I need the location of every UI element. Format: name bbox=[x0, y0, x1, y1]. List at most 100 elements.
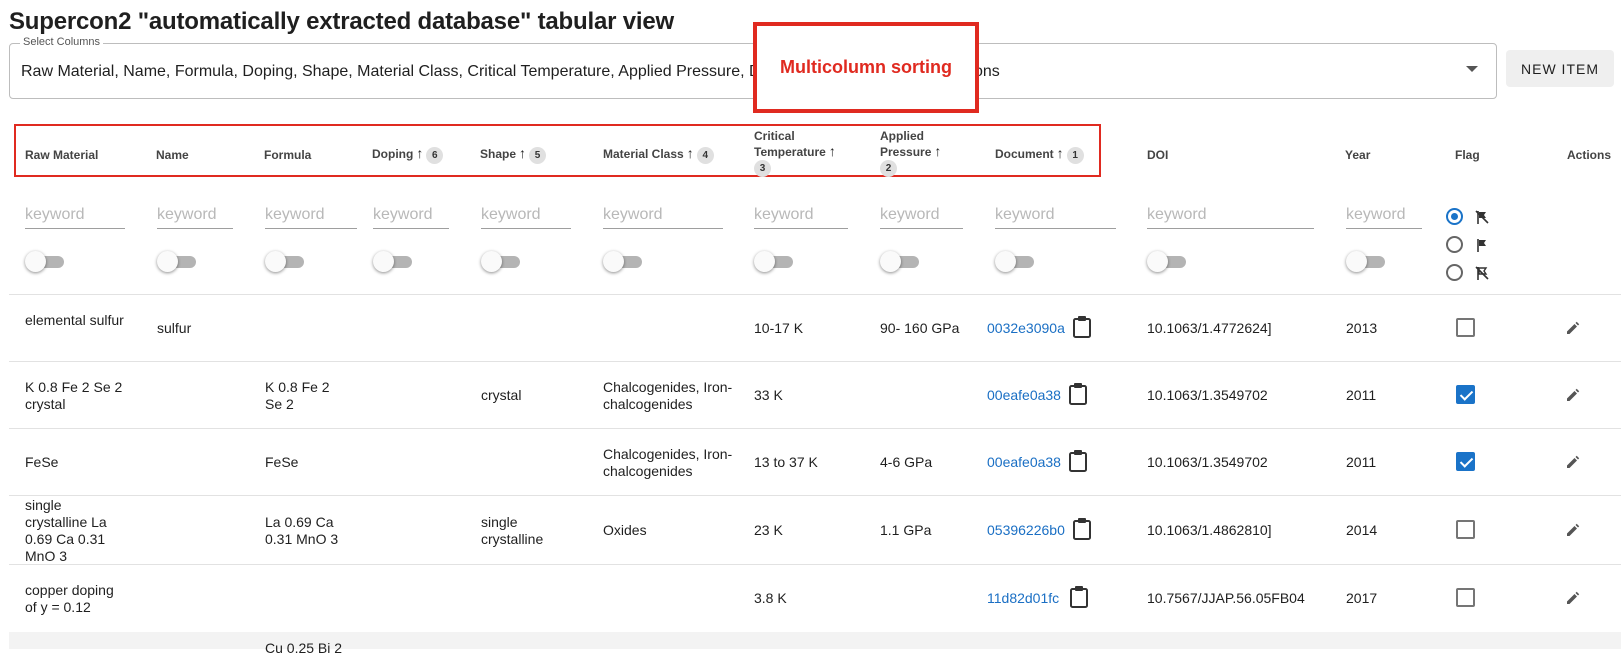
flag-filter-unflagged-radio[interactable] bbox=[1446, 264, 1463, 281]
clipboard-icon[interactable] bbox=[1071, 517, 1093, 541]
flag-checkbox[interactable] bbox=[1456, 385, 1475, 404]
page-title: Supercon2 "automatically extracted datab… bbox=[9, 8, 674, 35]
document-link[interactable]: 11d82d01fc bbox=[987, 590, 1059, 607]
column-header-label-line: Pressure bbox=[880, 145, 932, 159]
material-class-exact-toggle[interactable] bbox=[603, 251, 643, 272]
clipboard-icon[interactable] bbox=[1071, 315, 1093, 339]
raw-material-filter-input[interactable] bbox=[25, 202, 125, 229]
formula-filter-input[interactable] bbox=[265, 202, 357, 229]
doping-filter-input[interactable] bbox=[373, 202, 449, 229]
column-header-label-line: Applied bbox=[880, 129, 924, 143]
column-header-doping[interactable]: Doping ↑ 6 bbox=[372, 145, 444, 164]
year-filter-input[interactable] bbox=[1346, 202, 1422, 229]
flag-checkbox[interactable] bbox=[1456, 588, 1475, 607]
flag-off-icon bbox=[1475, 210, 1489, 224]
cell-applied-pressure: 1.1 GPa bbox=[880, 522, 932, 538]
dropdown-arrow-icon[interactable] bbox=[1466, 66, 1478, 72]
column-header-document[interactable]: Document ↑ 1 bbox=[995, 146, 1084, 164]
sort-ascending-icon[interactable]: ↑ bbox=[416, 145, 423, 161]
applied-pressure-exact-toggle[interactable] bbox=[880, 251, 920, 272]
column-header-label-line: Critical bbox=[754, 129, 795, 143]
edit-icon[interactable] bbox=[1565, 522, 1581, 538]
cell-name: sulfur bbox=[157, 320, 192, 336]
document-link[interactable]: 00eafe0a38 bbox=[987, 454, 1061, 471]
column-header-label: Document bbox=[995, 147, 1054, 161]
cell-raw-material: FeSe bbox=[25, 454, 59, 470]
cell-raw-material: K 0.8 Fe 2 Se 2 crystal bbox=[25, 379, 123, 412]
row-divider bbox=[9, 495, 1621, 496]
row-divider bbox=[9, 361, 1621, 362]
formula-exact-toggle[interactable] bbox=[265, 251, 305, 272]
sort-ascending-icon[interactable]: ↑ bbox=[829, 143, 836, 159]
cell-raw-material: copper doping of y = 0.12 bbox=[25, 582, 114, 615]
sort-order-badge: 1 bbox=[1066, 147, 1084, 164]
sort-ascending-icon[interactable]: ↑ bbox=[1057, 145, 1064, 161]
column-header-doi[interactable]: DOI bbox=[1147, 148, 1168, 163]
document-link[interactable]: 00eafe0a38 bbox=[987, 387, 1061, 404]
document-filter-input[interactable] bbox=[995, 202, 1116, 229]
cell-critical-temperature: 33 K bbox=[754, 387, 783, 403]
table-row-partial bbox=[9, 632, 1621, 649]
column-header-year[interactable]: Year bbox=[1345, 148, 1370, 163]
row-divider bbox=[9, 294, 1621, 295]
edit-icon[interactable] bbox=[1565, 590, 1581, 606]
clipboard-icon[interactable] bbox=[1068, 585, 1090, 609]
critical-temperature-filter-input[interactable] bbox=[754, 202, 848, 229]
column-header-flag[interactable]: Flag bbox=[1455, 148, 1480, 163]
name-exact-toggle[interactable] bbox=[157, 251, 197, 272]
cell-raw-material: single crystalline La 0.69 Ca 0.31 MnO 3 bbox=[25, 497, 107, 564]
flag-checkbox[interactable] bbox=[1456, 452, 1475, 471]
column-header-raw-material[interactable]: Raw Material bbox=[25, 148, 98, 163]
sort-order-badge: 4 bbox=[696, 147, 714, 164]
clipboard-icon[interactable] bbox=[1067, 449, 1089, 473]
document-exact-toggle[interactable] bbox=[995, 251, 1035, 272]
edit-icon[interactable] bbox=[1565, 387, 1581, 403]
material-class-filter-input[interactable] bbox=[603, 202, 723, 229]
edit-icon[interactable] bbox=[1565, 454, 1581, 470]
column-header-actions: Actions bbox=[1567, 148, 1611, 163]
column-header-name[interactable]: Name bbox=[156, 148, 189, 163]
column-header-shape[interactable]: Shape ↑ 5 bbox=[480, 145, 547, 164]
sort-order-badge: 6 bbox=[426, 147, 444, 164]
column-header-label: Year bbox=[1345, 148, 1371, 162]
cell-material-class: Oxides bbox=[603, 522, 647, 538]
doi-exact-toggle[interactable] bbox=[1147, 251, 1187, 272]
clipboard-icon[interactable] bbox=[1067, 382, 1089, 406]
column-header-label: Material Class bbox=[603, 147, 684, 161]
column-header-formula[interactable]: Formula bbox=[264, 148, 311, 163]
cell-doi: 10.1063/1.4862810] bbox=[1147, 522, 1272, 538]
sort-order-badge: 2 bbox=[880, 160, 897, 177]
flag-checkbox[interactable] bbox=[1456, 520, 1475, 539]
sort-ascending-icon[interactable]: ↑ bbox=[519, 145, 526, 161]
cell-year: 2014 bbox=[1346, 522, 1378, 538]
raw-material-exact-toggle[interactable] bbox=[25, 251, 65, 272]
cell-doi: 10.1063/1.4772624] bbox=[1147, 320, 1272, 336]
cell-critical-temperature: 23 K bbox=[754, 522, 783, 538]
cell-year: 2013 bbox=[1346, 320, 1378, 336]
document-link[interactable]: 0032e3090a bbox=[987, 320, 1065, 337]
cell-formula: FeSe bbox=[265, 454, 299, 470]
critical-temperature-exact-toggle[interactable] bbox=[754, 251, 794, 272]
name-filter-input[interactable] bbox=[157, 202, 233, 229]
applied-pressure-filter-input[interactable] bbox=[880, 202, 963, 229]
doi-filter-input[interactable] bbox=[1147, 202, 1314, 229]
edit-icon[interactable] bbox=[1565, 320, 1581, 336]
flag-filter-all-radio[interactable] bbox=[1446, 208, 1463, 225]
flag-checkbox[interactable] bbox=[1456, 318, 1475, 337]
cell-critical-temperature: 10-17 K bbox=[754, 320, 804, 336]
column-header-critical-temperature[interactable]: Critical Temperature ↑ 3 bbox=[754, 129, 836, 177]
year-exact-toggle[interactable] bbox=[1346, 251, 1386, 272]
shape-filter-input[interactable] bbox=[481, 202, 571, 229]
document-link[interactable]: 05396226b0 bbox=[987, 522, 1065, 539]
sort-ascending-icon[interactable]: ↑ bbox=[934, 143, 941, 159]
flag-icon bbox=[1477, 239, 1486, 252]
new-item-button[interactable]: NEW ITEM bbox=[1506, 50, 1614, 87]
column-header-applied-pressure[interactable]: Applied Pressure ↑ 2 bbox=[880, 129, 941, 177]
sort-ascending-icon[interactable]: ↑ bbox=[687, 145, 694, 161]
shape-exact-toggle[interactable] bbox=[481, 251, 521, 272]
annotation-label: Multicolumn sorting bbox=[780, 57, 952, 77]
flag-filter-flagged-radio[interactable] bbox=[1446, 236, 1463, 253]
select-columns-label: Select Columns bbox=[20, 36, 104, 48]
doping-exact-toggle[interactable] bbox=[373, 251, 413, 272]
column-header-material-class[interactable]: Material Class ↑ 4 bbox=[603, 146, 714, 164]
